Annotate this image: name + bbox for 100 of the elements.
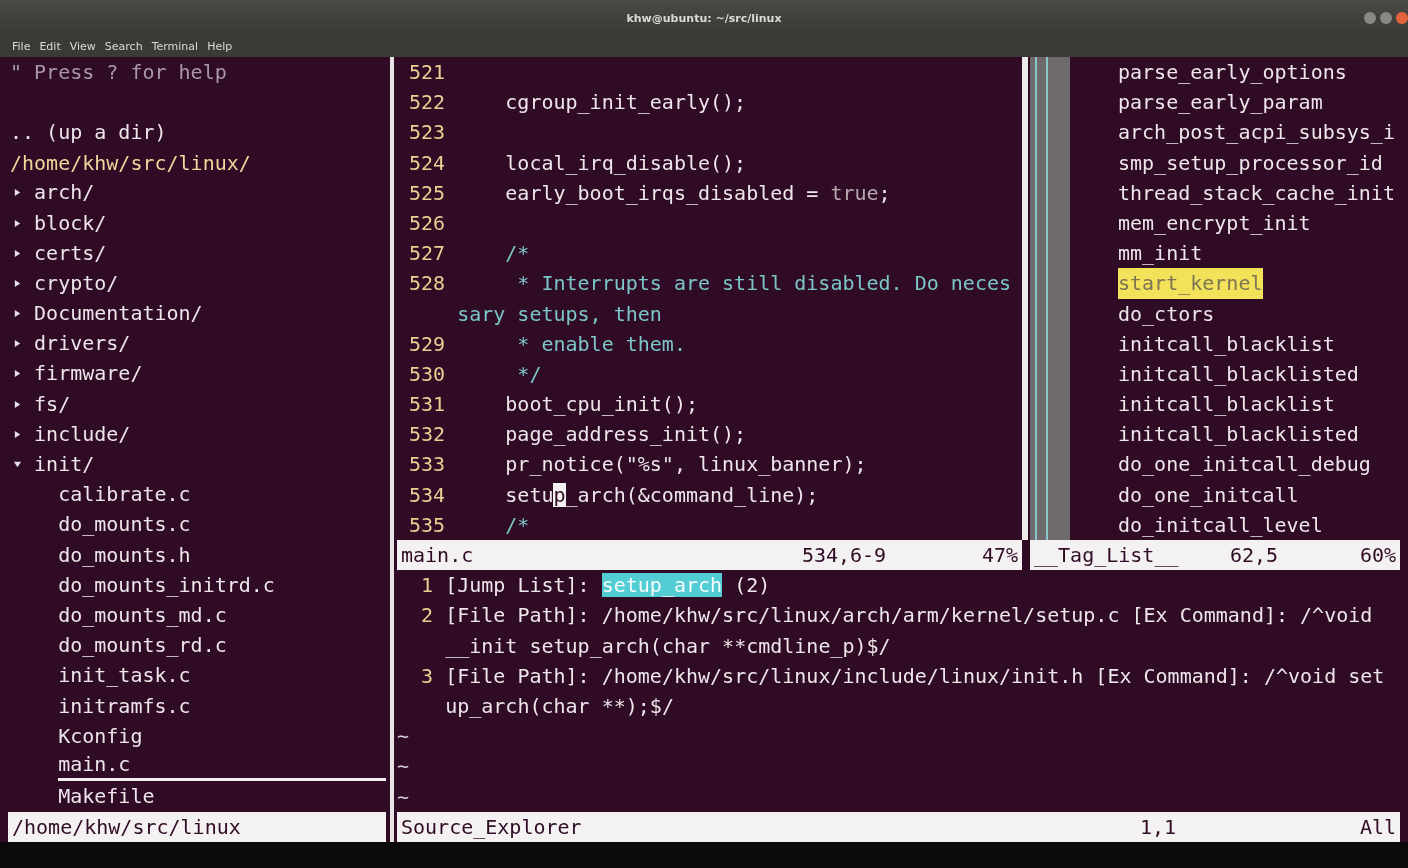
- tree-item[interactable]: init/: [34, 451, 386, 479]
- parent-dir-link[interactable]: .. (up a dir): [10, 117, 167, 148]
- tag-item[interactable]: parse_early_param: [1118, 87, 1323, 118]
- expand-arrow-icon[interactable]: [13, 460, 22, 470]
- expand-arrow-icon[interactable]: [13, 369, 22, 379]
- code-line: * enable them.: [516, 330, 686, 358]
- line-number: 524: [408, 149, 446, 177]
- code-line: page_address_init();: [504, 421, 747, 449]
- line-number: 535: [408, 511, 446, 539]
- menu-item[interactable]: Terminal: [151, 40, 199, 53]
- tag-item[interactable]: mem_encrypt_init: [1118, 207, 1311, 239]
- code-line: boot_cpu_init();: [504, 391, 698, 419]
- status-path: /home/khw/src/linux: [12, 813, 241, 841]
- code-line: sary setups, then: [457, 300, 662, 328]
- tree-item[interactable]: firmware/: [34, 360, 386, 388]
- tree-item[interactable]: main.c: [58, 751, 386, 782]
- tag-item[interactable]: do_ctors: [1118, 298, 1215, 329]
- tree-item[interactable]: do_mounts_initrd.c: [58, 571, 386, 599]
- status-filename: main.c: [401, 542, 475, 570]
- tree-item[interactable]: include/: [34, 420, 386, 448]
- line-number: 530: [408, 360, 446, 388]
- expand-arrow-icon[interactable]: [13, 248, 22, 258]
- current-path: /home/khw/src/linux/: [10, 149, 251, 177]
- line-number: 534: [408, 481, 446, 509]
- expand-arrow-icon[interactable]: [13, 309, 22, 319]
- tree-item[interactable]: Kconfig: [58, 722, 386, 750]
- menu-item[interactable]: Help: [207, 40, 233, 53]
- code-line: local_irq_disable();: [504, 149, 747, 177]
- code-line: early_boot_irqs_disabled = true;: [504, 179, 891, 207]
- line-number: 3: [420, 662, 434, 690]
- help-hint: " Press ? for help: [10, 59, 227, 86]
- tree-item[interactable]: arch/: [34, 179, 386, 207]
- code-line: */: [516, 360, 542, 388]
- status-position: 62,5: [1229, 542, 1280, 570]
- status-percent: 47%: [981, 542, 1018, 570]
- result-line: up_arch(char **);$/: [445, 693, 674, 721]
- tag-item[interactable]: do_initcall_level: [1118, 509, 1323, 540]
- expand-arrow-icon[interactable]: [13, 188, 22, 198]
- result-line: [Jump List]: setup_arch (2): [445, 572, 771, 600]
- code-line: /*: [504, 240, 530, 268]
- status-pane-name: Source_Explorer: [401, 813, 583, 841]
- line-number: 525: [408, 179, 446, 207]
- tag-item[interactable]: parse_early_options: [1118, 57, 1347, 88]
- tag-item[interactable]: initcall_blacklisted: [1118, 419, 1359, 450]
- expand-arrow-icon[interactable]: [13, 278, 22, 288]
- line-number: 533: [408, 451, 446, 479]
- menu-item[interactable]: Search: [104, 40, 143, 53]
- tree-item[interactable]: drivers/: [34, 330, 386, 358]
- tree-item[interactable]: block/: [34, 209, 386, 237]
- empty-line-marker: ~: [397, 723, 410, 751]
- tree-item[interactable]: initramfs.c: [58, 692, 386, 720]
- line-number: 527: [408, 240, 446, 268]
- result-line: [File Path]: /home/khw/src/linux/arch/arm/kernel/setup.c [Ex Command]: /^void: [445, 602, 1373, 630]
- tag-item[interactable]: initcall_blacklisted: [1118, 358, 1359, 390]
- maximize-button[interactable]: [1380, 12, 1392, 24]
- line-number: 522: [408, 89, 446, 117]
- line-number: 2: [420, 602, 434, 630]
- tree-item[interactable]: Makefile: [58, 783, 386, 811]
- status-percent: 60%: [1359, 542, 1396, 570]
- empty-line-marker: ~: [397, 753, 410, 781]
- code-line: cgroup_init_early();: [504, 89, 747, 117]
- tag-item[interactable]: arch_post_acpi_subsys_i: [1118, 117, 1395, 148]
- tag-item[interactable]: smp_setup_processor_id: [1118, 147, 1383, 178]
- line-number: 528: [408, 270, 446, 298]
- tree-item[interactable]: calibrate.c: [58, 481, 386, 509]
- menu-item[interactable]: Edit: [39, 40, 61, 53]
- tag-item[interactable]: initcall_blacklist: [1118, 389, 1335, 420]
- tag-item[interactable]: thread_stack_cache_init: [1118, 177, 1395, 208]
- expand-arrow-icon[interactable]: [13, 339, 22, 349]
- menu-item[interactable]: File: [12, 40, 31, 53]
- tag-item[interactable]: start_kernel: [1118, 268, 1263, 299]
- window-title: khw@ubuntu: ~/src/linux: [626, 11, 782, 25]
- tag-item[interactable]: do_one_initcall_debug: [1118, 449, 1371, 480]
- status-position: 534,6-9: [801, 542, 888, 570]
- close-button[interactable]: [1396, 12, 1408, 24]
- expand-arrow-icon[interactable]: [13, 429, 22, 439]
- tree-item[interactable]: certs/: [34, 239, 386, 267]
- tree-item[interactable]: fs/: [34, 390, 386, 418]
- tree-item[interactable]: init_task.c: [58, 662, 386, 690]
- menu-item[interactable]: View: [69, 40, 96, 53]
- line-number: 531: [408, 391, 446, 419]
- code-line: pr_notice("%s", linux_banner);: [504, 451, 867, 479]
- tree-item[interactable]: do_mounts.c: [58, 511, 386, 539]
- code-line: * Interrupts are still disabled. Do neces: [516, 270, 1012, 298]
- empty-line-marker: ~: [397, 783, 410, 811]
- tree-item[interactable]: do_mounts.h: [58, 541, 386, 569]
- tag-item[interactable]: mm_init: [1118, 238, 1203, 269]
- tree-item[interactable]: do_mounts_md.c: [58, 601, 386, 629]
- tree-item[interactable]: crypto/: [34, 269, 386, 297]
- tree-item[interactable]: do_mounts_rd.c: [58, 632, 386, 660]
- tree-item[interactable]: Documentation/: [34, 300, 386, 328]
- tag-item[interactable]: initcall_blacklist: [1118, 328, 1335, 359]
- result-line: [File Path]: /home/khw/src/linux/include/linux/init.h [Ex Command]: /^void set: [445, 662, 1385, 690]
- tag-item[interactable]: do_one_initcall: [1118, 479, 1299, 510]
- line-number: 526: [408, 209, 446, 237]
- expand-arrow-icon[interactable]: [13, 399, 22, 409]
- result-line: __init setup_arch(char **cmdline_p)$/: [445, 632, 891, 660]
- minimize-button[interactable]: [1364, 12, 1376, 24]
- expand-arrow-icon[interactable]: [13, 218, 22, 228]
- line-number: 523: [408, 119, 446, 147]
